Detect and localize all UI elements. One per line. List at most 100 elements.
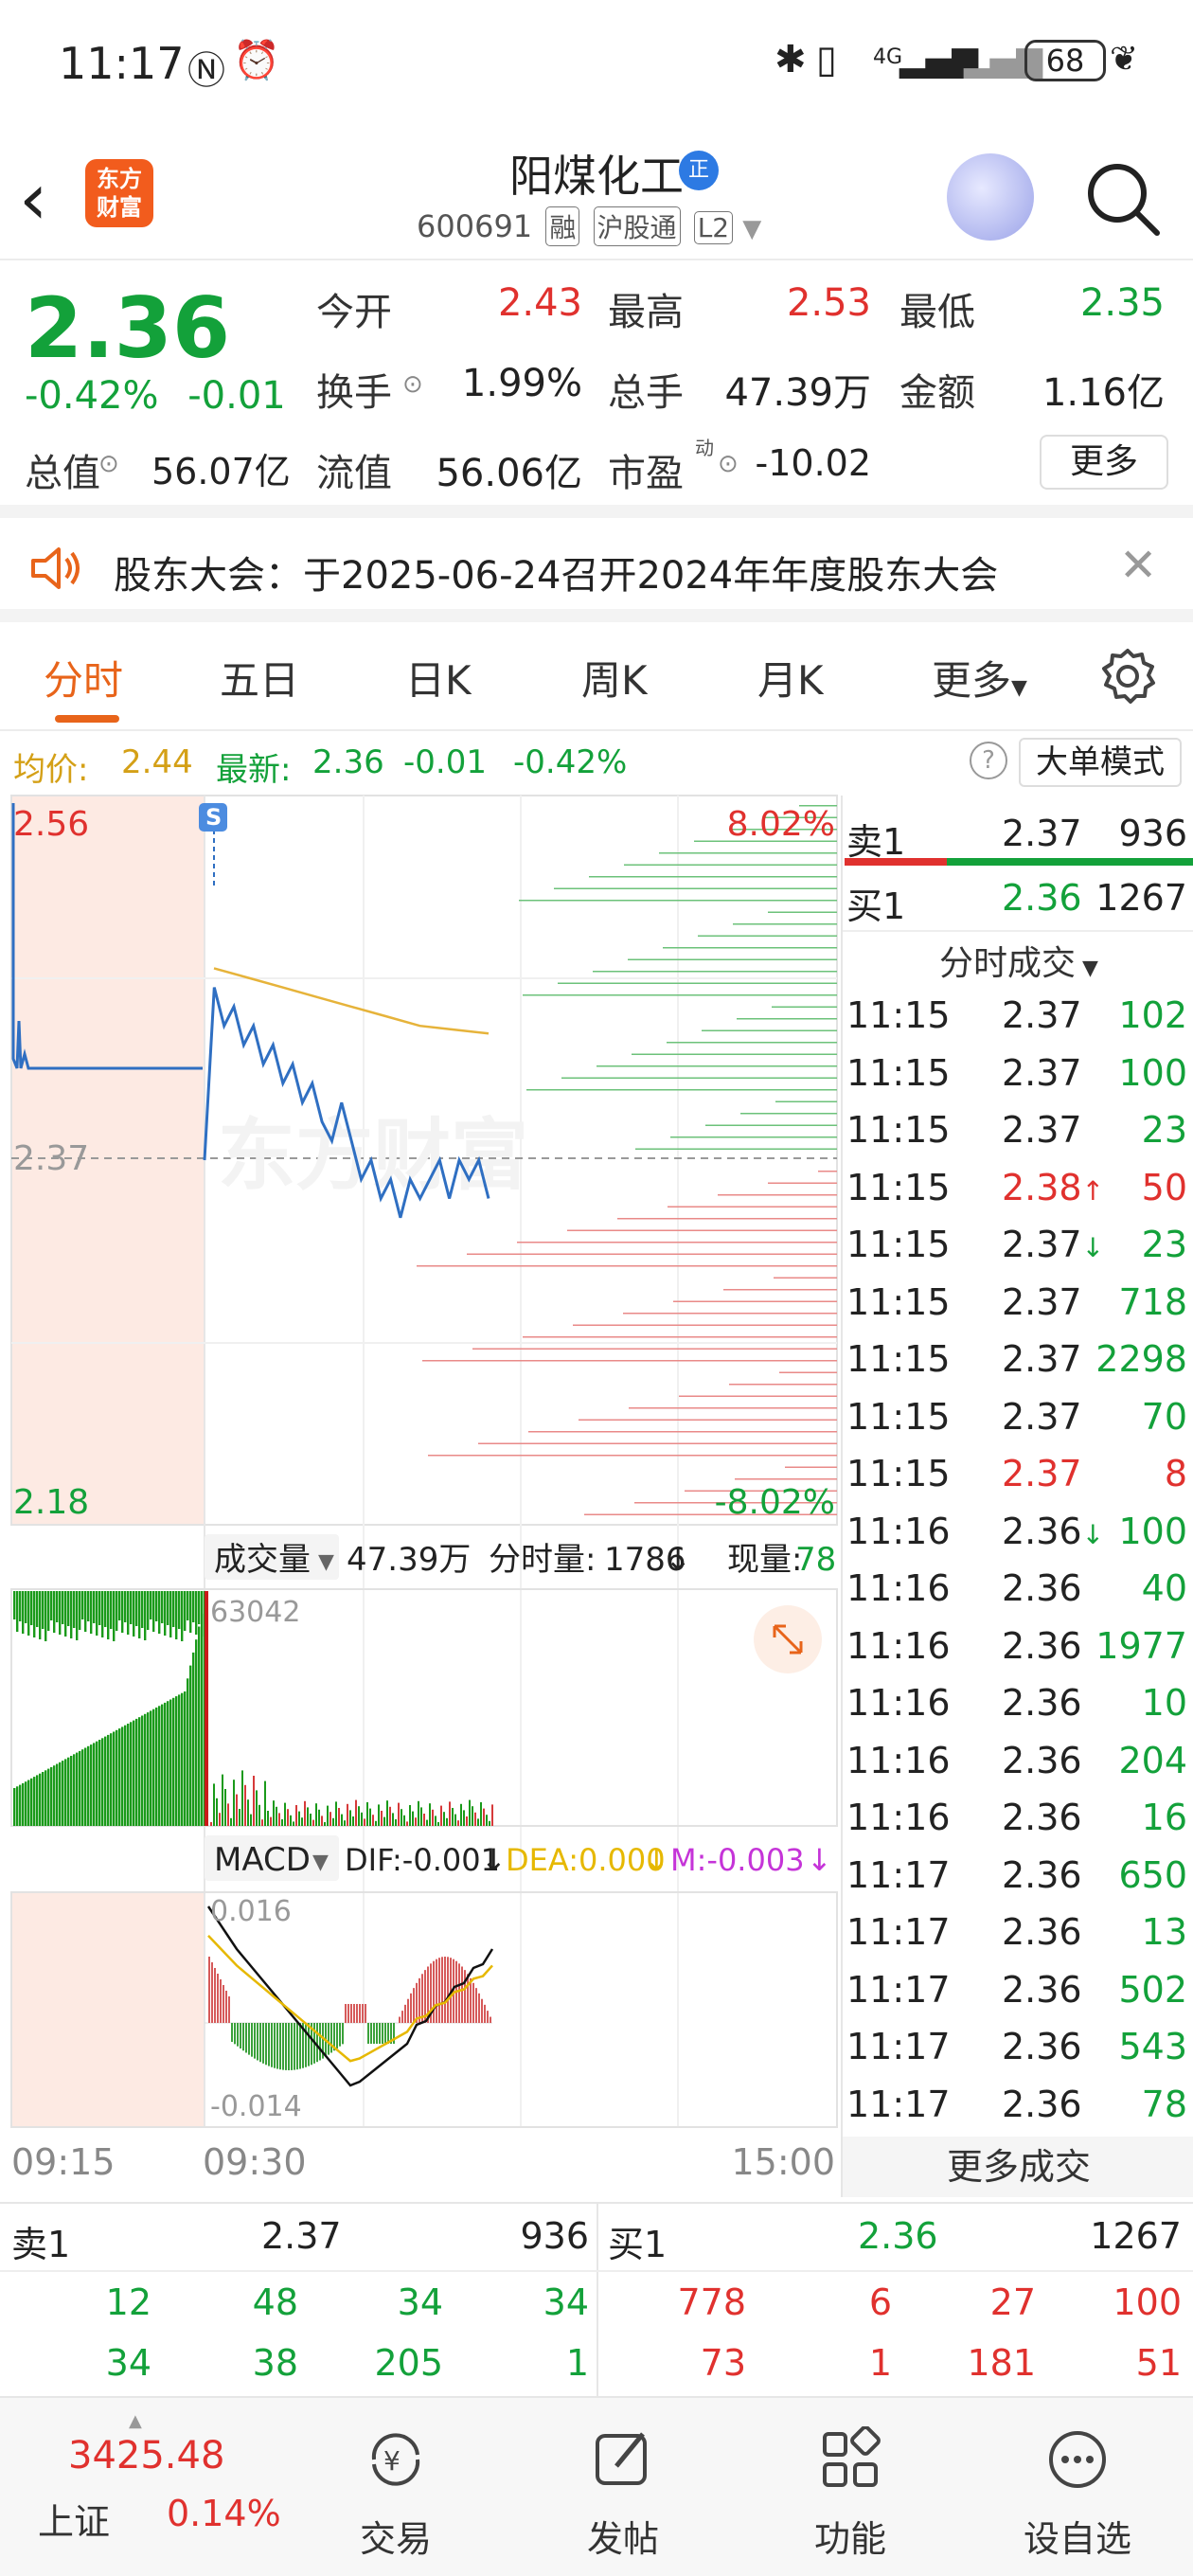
volume-bar xyxy=(110,1591,113,1629)
macd-bar xyxy=(438,1958,440,2023)
ask-depth-bar xyxy=(663,947,837,949)
more-dots-icon xyxy=(1049,2431,1106,2488)
ask-depth-bar xyxy=(733,923,837,925)
settings-gear-icon[interactable] xyxy=(1098,647,1157,706)
help-icon[interactable]: ? xyxy=(970,742,1007,779)
trade-price: 2.36 xyxy=(1002,1682,1082,1724)
trade-price: 2.36↓ xyxy=(1002,1510,1105,1552)
volume-bar xyxy=(270,1816,272,1826)
trade-row: 11:17 2.36 543 xyxy=(843,2016,1193,2073)
bid-depth-bar xyxy=(467,1253,837,1255)
macd-bar xyxy=(336,2023,338,2049)
index-ticker[interactable]: ▲ 3425.48 上证 0.14% xyxy=(0,2398,281,2576)
volume-bar xyxy=(463,1810,465,1826)
macd-bar xyxy=(370,2023,372,2044)
volume-bar xyxy=(127,1724,130,1826)
macd-bar xyxy=(478,1993,480,2023)
volume-bar xyxy=(144,1591,147,1640)
info-icon[interactable]: ⊙ xyxy=(718,450,739,478)
tab-daily-k[interactable]: 日K xyxy=(405,649,472,707)
bid-depth-bar xyxy=(774,1277,837,1279)
volume-bar xyxy=(67,1757,70,1826)
ask-depth-bar xyxy=(519,900,837,902)
volume-bar xyxy=(133,1591,135,1637)
nav-trade[interactable]: ¥ 交易 xyxy=(311,2398,481,2576)
macd-bar xyxy=(345,2004,347,2023)
status-time: 11:17 xyxy=(59,38,185,89)
volume-bar xyxy=(161,1704,164,1826)
trade-row: 11:15 2.37 8 xyxy=(843,1443,1193,1500)
order-book: 卖1 2.37 936 买1 2.36 1267 12 48 34 34 34 … xyxy=(0,2202,1193,2401)
macd-bar xyxy=(296,2023,298,2070)
trade-price: 2.36 xyxy=(1002,1911,1082,1953)
price-axis-mid: 2.37 xyxy=(13,1139,89,1178)
latest-change: -0.01 xyxy=(403,743,487,781)
info-icon[interactable]: ⊙ xyxy=(98,450,119,478)
volume-bar xyxy=(25,1591,27,1623)
stock-badge: 正 xyxy=(679,151,719,190)
tab-five-day[interactable]: 五日 xyxy=(220,649,299,707)
volume-bar xyxy=(366,1802,368,1826)
trade-time: 11:15 xyxy=(846,1338,951,1380)
macd-label[interactable]: MACD xyxy=(214,1841,311,1879)
notice-bar[interactable]: 股东大会：于2025-06-24召开2024年年度股东大会 ✕ xyxy=(0,518,1193,622)
expand-up-icon: ▲ xyxy=(129,2411,142,2431)
info-icon[interactable]: ⊙ xyxy=(402,370,423,399)
volume-bar xyxy=(253,1776,255,1826)
ask-depth-bar xyxy=(523,994,837,996)
book-bid-label: 买1 xyxy=(608,2224,668,2265)
macd-bar xyxy=(433,1960,435,2023)
volume-bar xyxy=(315,1803,317,1826)
nav-function-label: 功能 xyxy=(813,2518,886,2560)
tab-intraday[interactable]: 分时 xyxy=(44,649,123,707)
tab-weekly-k[interactable]: 周K xyxy=(581,649,648,707)
macd-bar xyxy=(299,2023,301,2069)
volume-bar xyxy=(480,1802,482,1826)
book-ask-price: 2.37 xyxy=(261,2215,342,2257)
big-order-mode-button[interactable]: 大单模式 xyxy=(1019,738,1182,787)
nav-post-label: 发帖 xyxy=(586,2518,659,2560)
volume-bar xyxy=(250,1814,252,1826)
vibrate-icon: ▯ xyxy=(816,38,838,81)
ask-depth-bar xyxy=(554,887,837,889)
more-button[interactable]: 更多 xyxy=(1040,435,1168,490)
volume-label[interactable]: 成交量 xyxy=(214,1541,311,1579)
macd-bar xyxy=(231,2023,233,2042)
bid-depth-cell: 181 xyxy=(967,2342,1036,2384)
assistant-robot-icon[interactable] xyxy=(947,153,1034,241)
volume-bar xyxy=(449,1801,451,1826)
ask-depth-cell: 34 xyxy=(543,2281,589,2323)
macd-bar xyxy=(339,2023,341,2047)
index-pct: 0.14% xyxy=(167,2493,281,2534)
bid-depth-bar xyxy=(417,1265,837,1267)
macd-bar xyxy=(436,1959,437,2023)
volume-bar xyxy=(169,1591,172,1637)
macd-bar xyxy=(211,1962,213,2023)
volume-bar xyxy=(192,1652,195,1826)
volume-bar xyxy=(440,1805,442,1826)
nav-post[interactable]: 发帖 xyxy=(538,2398,708,2576)
dropdown-icon[interactable]: ▼ xyxy=(742,215,761,243)
intraday-chart[interactable]: 东方财富 S 2.56 2.37 2.18 8.02% -8.02% 成交量 ▼… xyxy=(0,794,841,2205)
trades-header[interactable]: 分时成交 ▼ xyxy=(843,936,1193,985)
volume-bar xyxy=(187,1678,189,1826)
bid-depth-bar xyxy=(785,1466,837,1468)
tab-monthly-k[interactable]: 月K xyxy=(757,649,824,707)
trade-row: 11:15 2.37 70 xyxy=(843,1386,1193,1443)
more-trades-button[interactable]: 更多成交 xyxy=(843,2137,1193,2197)
nav-watchlist[interactable]: 设自选 xyxy=(992,2398,1163,2576)
volume-bar xyxy=(491,1804,493,1826)
nav-function[interactable]: 功能 xyxy=(765,2398,935,2576)
volume-bar xyxy=(164,1702,167,1826)
trade-row: 11:16 2.36 10 xyxy=(843,1673,1193,1729)
macd-m: M:-0.003 xyxy=(670,1842,805,1878)
search-icon[interactable] xyxy=(1079,155,1165,241)
macd-m-arrow: ↓ xyxy=(807,1842,832,1878)
tab-more[interactable]: 更多▼ xyxy=(932,649,1027,707)
chart-svg: 东方财富 S 2.56 2.37 2.18 8.02% -8.02% 成交量 ▼… xyxy=(10,795,838,2183)
ask-depth-cell: 205 xyxy=(374,2342,443,2384)
close-icon[interactable]: ✕ xyxy=(1119,539,1157,592)
pe-value: -10.02 xyxy=(755,442,872,484)
volume-bar xyxy=(27,1591,30,1636)
float-value: 56.06亿 xyxy=(436,452,582,495)
